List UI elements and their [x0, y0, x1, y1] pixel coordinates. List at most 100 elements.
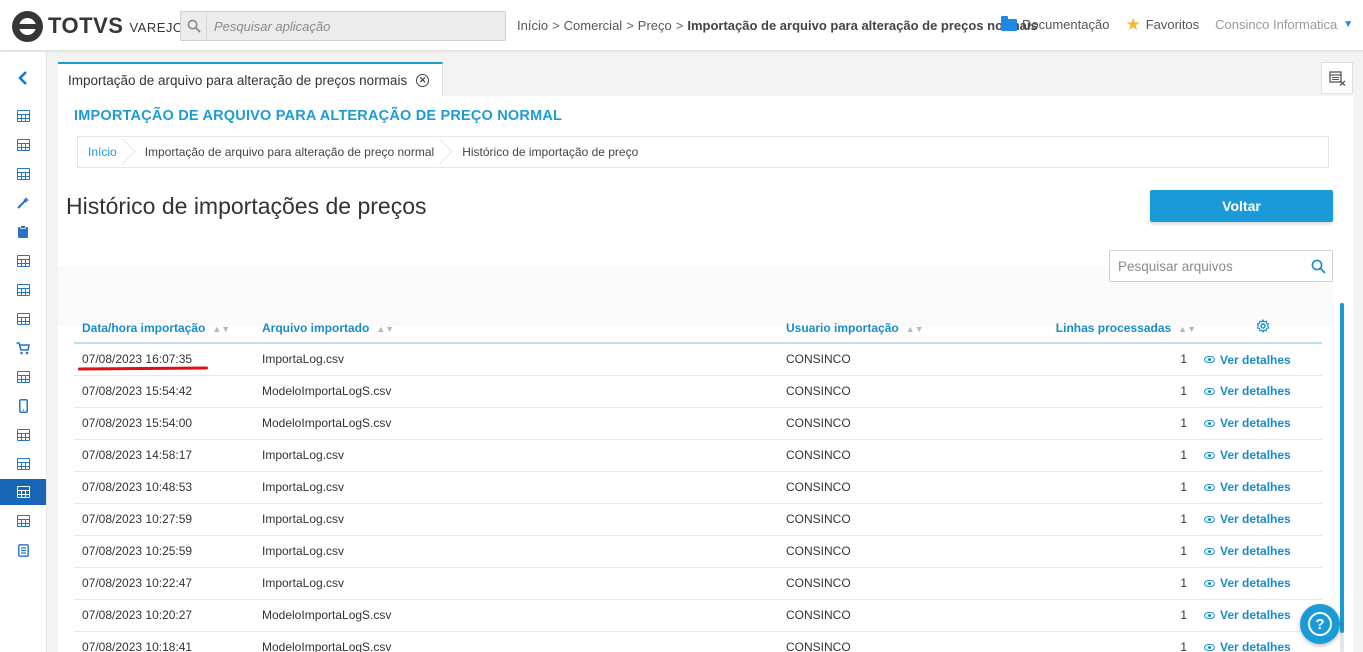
cell-lines: 1 — [1008, 535, 1196, 568]
view-details-label: Ver detalhes — [1220, 544, 1291, 559]
sidebar-item-3[interactable] — [0, 161, 46, 187]
sidebar-item-1[interactable] — [0, 103, 46, 129]
table-row[interactable]: 07/08/2023 10:48:53 ImportaLog.csv CONSINC… — [74, 471, 1322, 504]
table-icon — [16, 429, 30, 441]
documentation-link[interactable]: Documentação — [1001, 15, 1110, 32]
back-button[interactable]: Voltar — [1150, 190, 1333, 222]
cell-user: CONSINCO — [778, 599, 1008, 632]
view-details-link[interactable]: Ver detalhes — [1204, 512, 1291, 526]
cell-lines: 1 — [1008, 375, 1196, 408]
cell-lines: 1 — [1008, 343, 1196, 376]
breadcrumb-home[interactable]: Início — [78, 137, 129, 167]
view-details-link[interactable]: Ver detalhes — [1204, 608, 1291, 622]
cell-action: Ver detalhes — [1196, 343, 1322, 376]
table-row[interactable]: 07/08/2023 14:58:17 ImportaLog.csv CONSINC… — [74, 439, 1322, 472]
list-icon — [17, 543, 29, 557]
table-row[interactable]: 07/08/2023 10:25:59 ImportaLog.csv CONSINC… — [74, 535, 1322, 568]
cell-action: Ver detalhes — [1196, 375, 1322, 408]
column-header-file[interactable]: Arquivo importado ▲▼ — [254, 313, 778, 344]
table-icon — [16, 458, 30, 470]
table-row[interactable]: 07/08/2023 16:07:35 ImportaLog.csv CONSINC… — [74, 343, 1322, 376]
sidebar-item-10[interactable] — [0, 364, 46, 390]
sidebar-item-11[interactable] — [0, 393, 46, 419]
search-icon[interactable] — [1304, 251, 1332, 281]
user-menu[interactable]: Consinco Informatica ▼ — [1215, 17, 1353, 32]
table-icon — [16, 284, 30, 296]
sidebar-item-6[interactable] — [0, 248, 46, 274]
view-details-link[interactable]: Ver detalhes — [1204, 640, 1291, 652]
cell-lines: 1 — [1008, 407, 1196, 440]
column-settings[interactable] — [1196, 313, 1322, 344]
eye-icon — [1204, 643, 1215, 651]
sort-icon[interactable]: ▲▼ — [376, 324, 394, 334]
tab-tools-button[interactable] — [1321, 62, 1353, 94]
scrollbar-thumb[interactable] — [1340, 303, 1344, 633]
breadcrumb-import[interactable]: Importação de arquivo para alteração de … — [129, 137, 447, 167]
cell-lines: 1 — [1008, 631, 1196, 652]
favorites-link[interactable]: ★ Favoritos — [1109, 16, 1199, 33]
sidebar-item-13[interactable] — [0, 451, 46, 477]
table-row[interactable]: 07/08/2023 10:22:47 ImportaLog.csv CONSINC… — [74, 567, 1322, 600]
cell-file: ImportaLog.csv — [254, 439, 778, 472]
totvs-logo[interactable]: TOTVS VAREJO — [12, 10, 184, 42]
table-row[interactable]: 07/08/2023 10:27:59 ImportaLog.csv CONSINC… — [74, 503, 1322, 536]
crumb-comercial[interactable]: Comercial — [564, 18, 623, 33]
sidebar-item-4[interactable] — [0, 190, 46, 216]
view-details-link[interactable]: Ver detalhes — [1204, 384, 1291, 398]
crumb-home[interactable]: Início — [517, 18, 548, 33]
sidebar-item-8[interactable] — [0, 306, 46, 332]
cell-user: CONSINCO — [778, 407, 1008, 440]
tab-label: Importação de arquivo para alteração de … — [68, 72, 408, 88]
header-breadcrumb: Início > Comercial > Preço > Importação de arq… — [517, 18, 1038, 33]
window-close-icon — [1328, 70, 1345, 86]
view-details-link[interactable]: Ver detalhes — [1204, 480, 1291, 494]
eye-icon — [1204, 356, 1215, 363]
chevron-left-icon[interactable] — [0, 66, 46, 90]
sort-icon[interactable]: ▲▼ — [906, 324, 924, 334]
cell-user: CONSINCO — [778, 503, 1008, 536]
cell-datetime: 07/08/2023 10:22:47 — [74, 567, 254, 600]
table-row[interactable]: 07/08/2023 15:54:00 ModeloImportaLogS.csv… — [74, 407, 1322, 440]
file-search-input[interactable] — [1110, 251, 1304, 281]
sidebar-item-2[interactable] — [0, 132, 46, 158]
sidebar-item-7[interactable] — [0, 277, 46, 303]
sort-icon[interactable]: ▲▼ — [212, 324, 230, 334]
sidebar-item-15[interactable] — [0, 508, 46, 534]
column-header-user[interactable]: Usuario importação ▲▼ — [778, 313, 1008, 344]
cell-datetime: 07/08/2023 15:54:42 — [74, 375, 254, 408]
close-icon[interactable]: ✕ — [416, 73, 430, 87]
app-search-input[interactable] — [207, 12, 505, 40]
view-details-link[interactable]: Ver detalhes — [1204, 353, 1291, 367]
tab-importacao[interactable]: Importação de arquivo para alteração de … — [58, 62, 443, 96]
column-header-lines[interactable]: Linhas processadas ▲▼ — [1008, 313, 1196, 344]
sidebar — [0, 52, 47, 652]
table-row[interactable]: 07/08/2023 15:54:42 ModeloImportaLogS.csv… — [74, 375, 1322, 408]
cell-user: CONSINCO — [778, 471, 1008, 504]
crumb-preco[interactable]: Preço — [638, 18, 672, 33]
view-details-link[interactable]: Ver detalhes — [1204, 448, 1291, 462]
table-row[interactable]: 07/08/2023 10:20:27 ModeloImportaLogS.csv… — [74, 599, 1322, 632]
column-header-datetime[interactable]: Data/hora importação ▲▼ — [74, 313, 254, 344]
top-links: Documentação ★ Favoritos Consinco Informa… — [1001, 15, 1353, 33]
view-details-link[interactable]: Ver detalhes — [1204, 416, 1291, 430]
documentation-label: Documentação — [1022, 17, 1110, 32]
help-button[interactable]: ? — [1300, 604, 1340, 644]
view-details-link[interactable]: Ver detalhes — [1204, 544, 1291, 558]
sidebar-item-5[interactable] — [0, 219, 46, 245]
cell-action: Ver detalhes — [1196, 567, 1322, 600]
cell-datetime: 07/08/2023 10:27:59 — [74, 503, 254, 536]
logo-word: TOTVS — [48, 13, 124, 38]
sidebar-item-14-active[interactable] — [0, 479, 46, 505]
sidebar-item-12[interactable] — [0, 422, 46, 448]
table-icon — [16, 168, 30, 180]
sidebar-item-9[interactable] — [0, 335, 46, 361]
wand-icon — [17, 197, 29, 209]
sort-icon[interactable]: ▲▼ — [1178, 324, 1196, 334]
gear-icon[interactable] — [1256, 318, 1270, 334]
view-details-link[interactable]: Ver detalhes — [1204, 576, 1291, 590]
cell-datetime: 07/08/2023 10:25:59 — [74, 535, 254, 568]
sidebar-item-16[interactable] — [0, 537, 46, 563]
search-icon[interactable] — [181, 12, 207, 40]
table-row[interactable]: 07/08/2023 10:18:41 ModeloImportaLogS.csv… — [74, 631, 1322, 652]
cell-action: Ver detalhes — [1196, 407, 1322, 440]
